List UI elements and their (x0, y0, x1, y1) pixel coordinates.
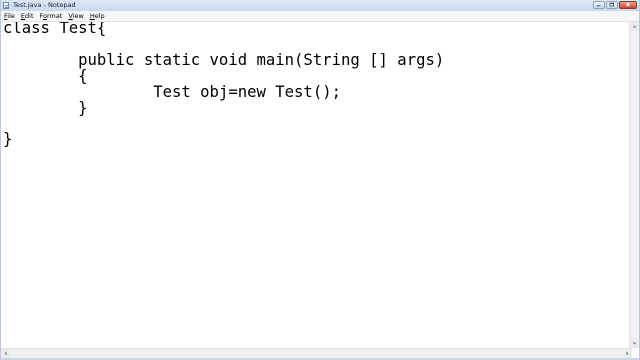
chevron-right-icon (626, 351, 629, 356)
menu-bar: File Edit Format View Help (1, 11, 639, 22)
maximize-icon (609, 2, 614, 7)
window-controls (593, 1, 637, 9)
menu-help-label: elp (94, 12, 105, 20)
minimize-icon (596, 5, 601, 7)
menu-edit[interactable]: Edit (18, 11, 37, 21)
menu-view[interactable]: View (65, 11, 86, 21)
chevron-up-icon (632, 25, 637, 28)
menu-format-label: rmat (47, 12, 63, 20)
notepad-window: Test.java - Notepad File Edit Format Vie… (0, 0, 640, 360)
menu-file[interactable]: File (1, 11, 18, 21)
notepad-icon[interactable] (3, 2, 9, 9)
scroll-right-button[interactable] (623, 349, 632, 358)
menu-help[interactable]: Help (87, 11, 108, 21)
horizontal-scrollbar[interactable] (1, 348, 632, 358)
menu-view-label: iew (72, 12, 84, 20)
vertical-scrollbar[interactable] (629, 22, 639, 348)
chevron-down-icon (632, 342, 637, 345)
scroll-down-button[interactable] (630, 339, 639, 348)
menu-file-label: ile (7, 12, 15, 20)
close-icon (626, 2, 630, 7)
scroll-left-button[interactable] (1, 349, 10, 358)
scroll-up-button[interactable] (630, 22, 639, 31)
editor-content[interactable]: class Test{ public static void main(Stri… (3, 22, 444, 148)
menu-format[interactable]: Format (37, 11, 66, 21)
maximize-button[interactable] (606, 1, 618, 9)
menu-edit-label: dit (25, 12, 34, 20)
window-title: Test.java - Notepad (13, 1, 76, 9)
close-button[interactable] (619, 1, 637, 9)
text-editor[interactable]: class Test{ public static void main(Stri… (1, 22, 631, 348)
chevron-left-icon (4, 351, 7, 356)
minimize-button[interactable] (593, 1, 605, 9)
